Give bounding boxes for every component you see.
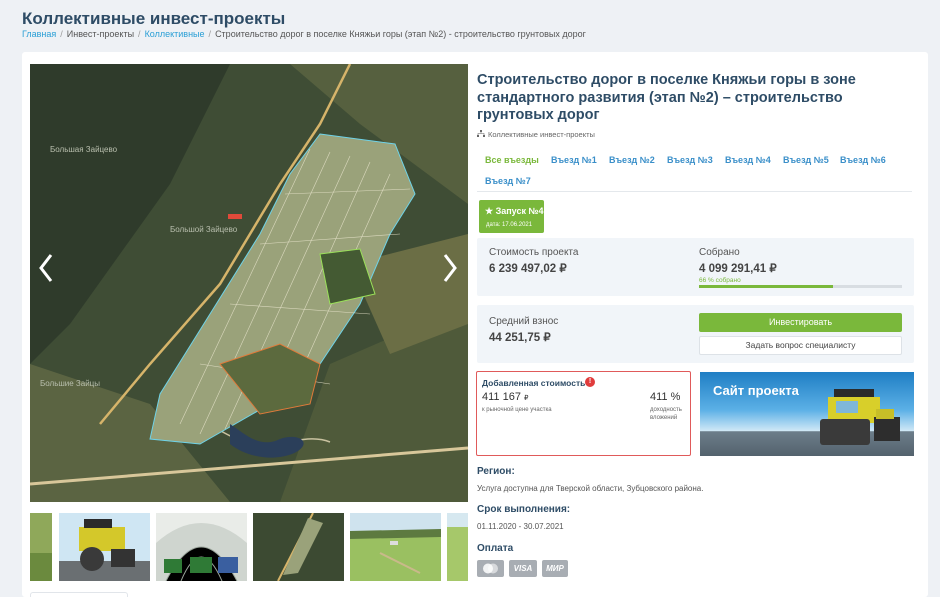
tab-entrance-2[interactable]: Въезд №2 [609, 155, 655, 165]
map-label: Большая Зайцево [50, 145, 118, 154]
launch-date: дата: 17.06.2021 [486, 222, 533, 228]
map-label: Большие Зайцы [40, 379, 100, 388]
thumbnail[interactable] [59, 513, 150, 581]
progress-bar [699, 285, 902, 288]
road-roller-icon [820, 389, 900, 445]
progress-fill [699, 285, 833, 288]
added-value-title: Добавленная стоимость [482, 378, 586, 388]
tab-entrance-4[interactable]: Въезд №4 [725, 155, 771, 165]
project-site-banner[interactable]: Сайт проекта [700, 372, 914, 456]
info-icon[interactable]: ! [585, 377, 595, 387]
progress-text: 66 % собрано [699, 277, 741, 284]
entrance-tabs: Все въезды Въезд №1 Въезд №2 Въезд №3 Въ… [477, 150, 912, 192]
thumbnail-strip [30, 513, 468, 581]
project-title: Строительство дорог в поселке Княжьи гор… [477, 72, 856, 123]
added-value-box: Добавленная стоимость ! 411 167 ₽ к рыно… [476, 371, 691, 456]
bottom-tab[interactable] [30, 592, 128, 597]
launch-label: Запуск №4 [495, 206, 544, 216]
tab-entrance-6[interactable]: Въезд №6 [840, 155, 886, 165]
region-text: Услуга доступна для Тверской области, Зу… [477, 484, 704, 493]
visa-icon: VISA [509, 560, 537, 577]
tab-entrance-5[interactable]: Въезд №5 [783, 155, 829, 165]
region-heading: Регион: [477, 466, 515, 477]
main-photo[interactable]: Большая Зайцево Большой Зайцево Большие … [30, 64, 468, 502]
breadcrumb-collective[interactable]: Коллективные [145, 29, 205, 39]
chevron-left-icon[interactable] [36, 251, 56, 285]
cost-value: 6 239 497,02 ₽ [489, 263, 567, 275]
tab-entrance-7[interactable]: Въезд №7 [485, 176, 531, 186]
breadcrumb: Главная / Инвест-проекты / Коллективные / Стро… [22, 29, 586, 39]
cost-label: Стоимость проекта [489, 247, 579, 258]
funding-box: Стоимость проекта 6 239 497,02 ₽ Собрано… [477, 238, 914, 296]
term-heading: Срок выполнения: [477, 504, 571, 515]
launch-badge: ★ Запуск №4 дата: 17.06.2021 [479, 200, 544, 233]
term-text: 01.11.2020 - 30.07.2021 [477, 522, 564, 531]
thumbnail[interactable] [447, 513, 468, 581]
breadcrumb-home[interactable]: Главная [22, 29, 56, 39]
thumbnail[interactable] [253, 513, 344, 581]
tab-entrance-1[interactable]: Въезд №1 [551, 155, 597, 165]
mastercard-icon [477, 560, 504, 577]
tab-entrance-3[interactable]: Въезд №3 [667, 155, 713, 165]
added-amount: 411 167 ₽ [482, 391, 529, 403]
collected-label: Собрано [699, 247, 740, 258]
collected-value: 4 099 291,41 ₽ [699, 263, 777, 275]
payment-heading: Оплата [477, 543, 514, 554]
tab-all[interactable]: Все въезды [485, 155, 539, 165]
chevron-right-icon[interactable] [440, 251, 460, 285]
map-label: Большой Зайцево [170, 225, 238, 234]
org-structure-icon [477, 130, 485, 137]
invest-button[interactable]: Инвестировать [699, 313, 902, 332]
thumbnail[interactable] [350, 513, 441, 581]
added-percent: 411 % [650, 391, 681, 403]
page-title: Коллективные инвест-проекты [22, 9, 286, 28]
average-label: Средний взнос [489, 316, 559, 327]
breadcrumb-current: Строительство дорог в поселке Княжьи гор… [215, 29, 586, 39]
added-amount-caption: к рыночной цене участка [482, 407, 552, 413]
category-link[interactable]: Коллективные инвест-проекты [477, 130, 595, 139]
average-value: 44 251,75 ₽ [489, 332, 551, 344]
category-label: Коллективные инвест-проекты [488, 130, 595, 139]
breadcrumb-invest[interactable]: Инвест-проекты [67, 29, 134, 39]
thumbnail[interactable] [156, 513, 247, 581]
star-icon: ★ [485, 206, 494, 216]
ask-specialist-button[interactable]: Задать вопрос специалисту [699, 336, 902, 355]
thumbnail[interactable] [30, 513, 52, 581]
mir-icon: МИР [542, 560, 568, 577]
site-banner-title: Сайт проекта [713, 383, 799, 398]
added-percent-caption: доходность вложений [650, 407, 682, 421]
